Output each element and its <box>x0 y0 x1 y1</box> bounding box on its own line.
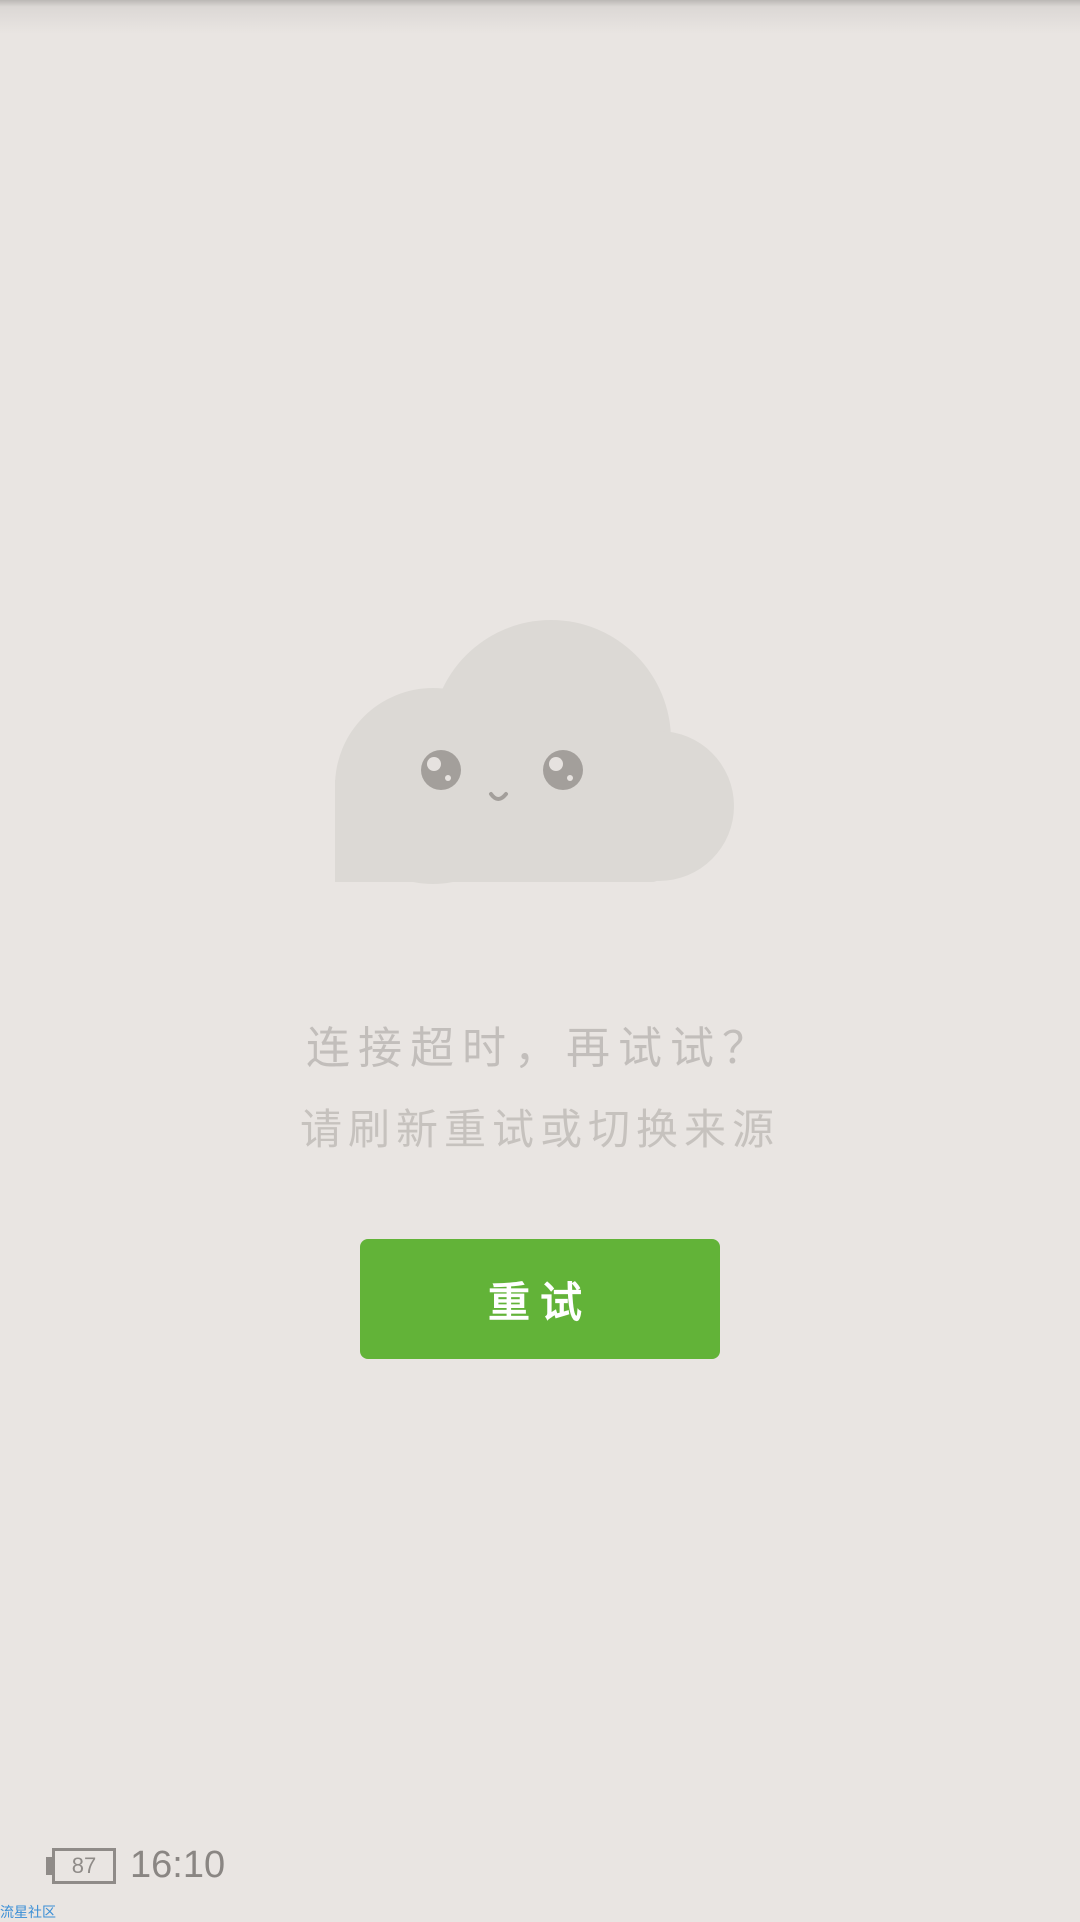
timeout-message-title: 连接超时，再试试？ <box>306 1023 774 1074</box>
status-time: 16:10 <box>130 1843 226 1886</box>
retry-button[interactable]: 重试 <box>360 1239 720 1359</box>
status-bar: 87 16:10 <box>46 1840 225 1890</box>
watermark-label: 流星社区 <box>0 1905 56 1921</box>
battery-level: 87 <box>52 1848 116 1884</box>
top-shadow <box>0 0 1080 34</box>
battery-icon: 87 <box>46 1848 116 1884</box>
cloud-face-icon <box>335 620 734 884</box>
right-eye-icon <box>543 750 583 790</box>
left-eye-icon <box>421 750 461 790</box>
cloud-illustration <box>330 600 750 890</box>
timeout-message-subtitle: 请刷新重试或切换来源 <box>299 1105 780 1154</box>
